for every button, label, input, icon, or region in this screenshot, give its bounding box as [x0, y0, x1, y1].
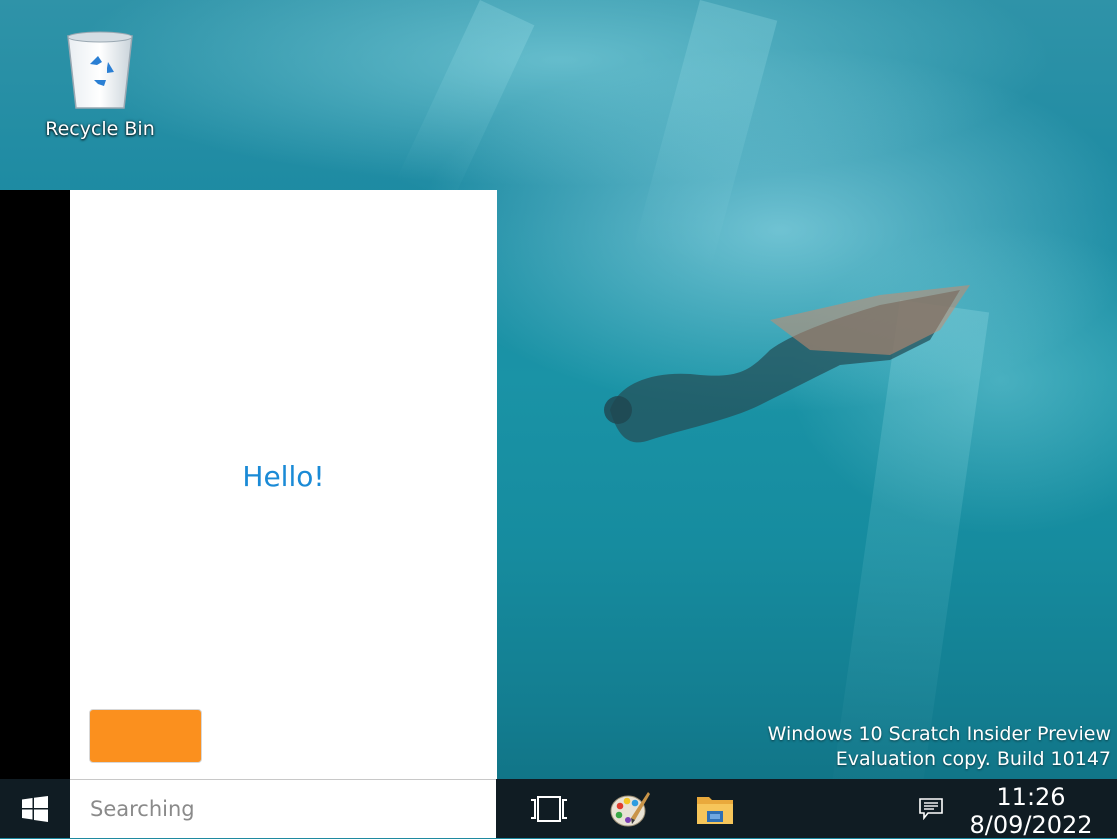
- search-box[interactable]: [70, 779, 496, 838]
- light-ray: [395, 0, 535, 207]
- recycle-bin-icon: [67, 31, 133, 109]
- clock-date: 8/09/2022: [969, 811, 1093, 839]
- system-clock[interactable]: 11:26 8/09/2022: [956, 783, 1106, 839]
- start-button[interactable]: [0, 779, 70, 838]
- file-explorer-button[interactable]: [683, 779, 747, 838]
- desktop-icon-label: Recycle Bin: [45, 118, 155, 140]
- greeting-text: Hello!: [242, 460, 325, 493]
- watermark-line-1: Windows 10 Scratch Insider Preview: [767, 723, 1111, 745]
- orange-action-button[interactable]: [89, 709, 202, 763]
- task-view-button[interactable]: [517, 779, 581, 838]
- start-menu-panel: Hello!: [70, 190, 497, 779]
- diver-silhouette: [604, 285, 970, 443]
- light-ray: [632, 0, 778, 272]
- windows-logo-icon: [22, 795, 48, 822]
- folder-icon: [697, 796, 733, 824]
- desktop-icon-recycle-bin[interactable]: Recycle Bin: [38, 28, 162, 156]
- paint-app-button[interactable]: [598, 779, 662, 838]
- action-center-button[interactable]: [912, 779, 950, 838]
- taskbar: 11:26 8/09/2022: [0, 779, 1117, 839]
- start-menu-rail: [0, 190, 70, 779]
- watermark-line-2: Evaluation copy. Build 10147: [835, 748, 1111, 770]
- clock-time: 11:26: [996, 783, 1066, 811]
- action-center-icon: [919, 797, 943, 820]
- paint-palette-icon: [610, 791, 650, 826]
- evaluation-watermark: Windows 10 Scratch Insider Preview Evalu…: [768, 722, 1111, 772]
- task-view-icon: [531, 795, 567, 822]
- search-input[interactable]: [90, 780, 470, 838]
